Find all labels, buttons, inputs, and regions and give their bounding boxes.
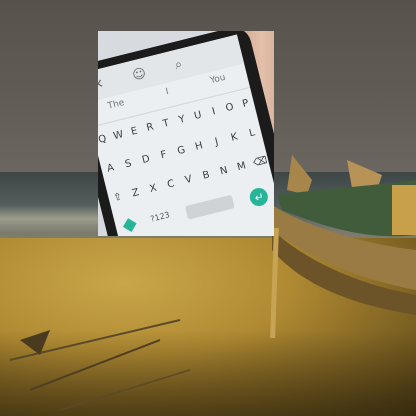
dry-palm-fronds — [9, 319, 191, 411]
space-key[interactable] — [185, 194, 236, 220]
key[interactable]: Z — [128, 186, 142, 200]
key[interactable]: S — [121, 157, 135, 171]
key[interactable]: X — [146, 182, 160, 196]
phone-keyboard-inset: ✕ ☺ ⌕ The I You Q W E R T Y U I O P A S … — [98, 31, 274, 236]
key[interactable]: I — [207, 105, 221, 119]
key[interactable]: K — [227, 131, 241, 145]
suggestion-3[interactable]: You — [209, 73, 229, 96]
enter-icon[interactable]: ↵ — [248, 186, 271, 208]
suggestion-1[interactable]: The — [107, 98, 128, 121]
key[interactable]: O — [223, 101, 237, 115]
key[interactable]: J — [210, 135, 224, 149]
key[interactable]: Q — [98, 133, 110, 147]
backspace-icon[interactable]: ⌫ — [252, 155, 268, 169]
key[interactable]: V — [181, 173, 195, 187]
smartphone: ✕ ☺ ⌕ The I You Q W E R T Y U I O P A S … — [98, 31, 274, 236]
key[interactable]: R — [143, 121, 157, 135]
key[interactable]: H — [192, 140, 206, 154]
key[interactable]: L — [245, 126, 259, 140]
key[interactable]: E — [127, 125, 141, 139]
search-icon[interactable]: ⌕ — [173, 56, 184, 72]
key[interactable]: N — [217, 164, 231, 178]
close-icon[interactable]: ✕ — [98, 76, 105, 93]
shift-icon[interactable]: ⇧ — [111, 191, 125, 205]
key[interactable]: D — [139, 153, 153, 167]
numbers-key[interactable]: ?123 — [150, 210, 173, 232]
phone-screen: ✕ ☺ ⌕ The I You Q W E R T Y U I O P A S … — [98, 34, 274, 236]
key[interactable]: M — [234, 160, 248, 174]
beach-photo: ✕ ☺ ⌕ The I You Q W E R T Y U I O P A S … — [0, 0, 416, 416]
key[interactable]: W — [111, 129, 125, 143]
key[interactable]: F — [157, 149, 171, 163]
key[interactable]: P — [238, 97, 252, 111]
key[interactable]: T — [159, 117, 173, 131]
key[interactable]: G — [174, 144, 188, 158]
suggestion-2[interactable]: I — [165, 87, 172, 107]
key[interactable]: Y — [175, 113, 189, 127]
key[interactable]: B — [199, 169, 213, 183]
emoji-key-icon[interactable] — [122, 218, 137, 233]
key[interactable]: C — [164, 178, 178, 192]
wooden-boat — [272, 155, 416, 315]
key[interactable]: U — [191, 109, 205, 123]
key[interactable]: A — [103, 162, 117, 176]
sticker-icon[interactable]: ☺ — [131, 65, 148, 83]
